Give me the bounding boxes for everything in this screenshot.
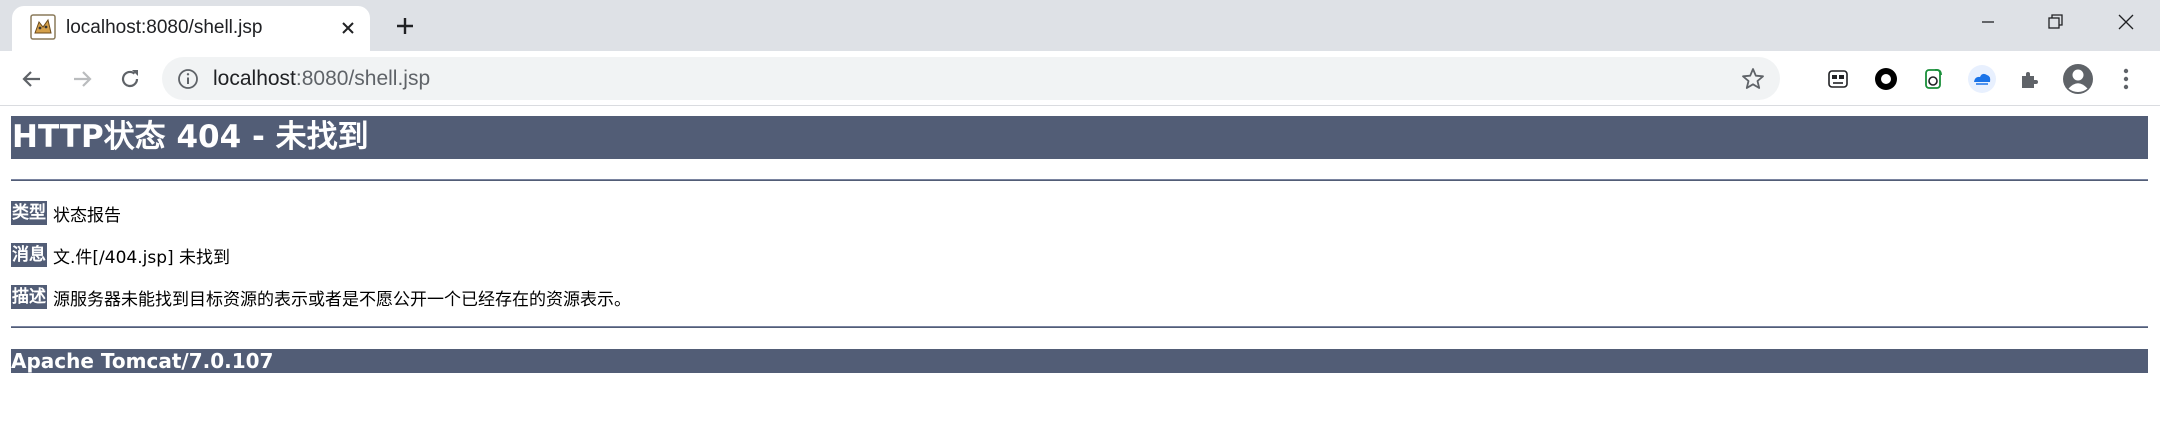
profile-avatar-icon[interactable] <box>2062 63 2094 95</box>
message-row: 消息 文.件[/404.jsp] 未找到 <box>11 242 230 268</box>
new-tab-plus-icon[interactable] <box>390 11 420 41</box>
divider-bottom <box>11 326 2148 328</box>
tab-close-icon[interactable] <box>336 16 360 40</box>
divider-top <box>11 179 2148 181</box>
back-arrow-icon[interactable] <box>14 61 50 97</box>
url-text[interactable]: localhost:8080/shell.jsp <box>213 67 430 91</box>
type-row: 类型 状态报告 <box>11 200 121 226</box>
close-window-icon[interactable] <box>2092 0 2160 44</box>
address-bar[interactable]: localhost:8080/shell.jsp <box>162 57 1780 100</box>
forward-arrow-icon[interactable] <box>64 61 100 97</box>
extension-ring-icon[interactable] <box>1870 63 1902 95</box>
url-host: localhost <box>213 67 296 90</box>
description-label: 描述 <box>11 285 47 309</box>
extension-cloud-icon[interactable] <box>1966 63 1998 95</box>
page-content: HTTP状态 404 - 未找到 类型 状态报告 消息 文.件[/404.jsp… <box>0 106 2160 423</box>
error-heading: HTTP状态 404 - 未找到 <box>11 116 2148 159</box>
toolbar: localhost:8080/shell.jsp <box>0 51 2160 106</box>
url-path: :8080/shell.jsp <box>295 67 431 90</box>
message-label: 消息 <box>11 243 47 267</box>
type-value: 状态报告 <box>53 205 121 226</box>
extension-panda-icon[interactable] <box>1822 63 1854 95</box>
menu-kebab-icon[interactable] <box>2110 63 2142 95</box>
extension-green-leaf-icon[interactable] <box>1918 63 1950 95</box>
minimize-icon[interactable] <box>1954 0 2022 44</box>
type-label: 类型 <box>11 201 47 225</box>
restore-icon[interactable] <box>2022 0 2090 44</box>
message-value: 文.件[/404.jsp] 未找到 <box>53 247 231 268</box>
bookmark-star-icon[interactable] <box>1740 66 1766 92</box>
extensions-puzzle-icon[interactable] <box>2014 63 2046 95</box>
tab-title: localhost:8080/shell.jsp <box>66 17 263 38</box>
server-version-footer: Apache Tomcat/7.0.107 <box>11 349 2148 373</box>
tomcat-favicon-icon <box>30 14 56 40</box>
description-value: 源服务器未能找到目标资源的表示或者是不愿公开一个已经存在的资源表示。 <box>53 289 631 310</box>
reload-icon[interactable] <box>112 61 148 97</box>
description-row: 描述 源服务器未能找到目标资源的表示或者是不愿公开一个已经存在的资源表示。 <box>11 284 631 310</box>
tab-strip: localhost:8080/shell.jsp <box>0 0 2160 51</box>
tab-active[interactable]: localhost:8080/shell.jsp <box>12 6 370 51</box>
site-info-icon[interactable] <box>176 67 200 91</box>
